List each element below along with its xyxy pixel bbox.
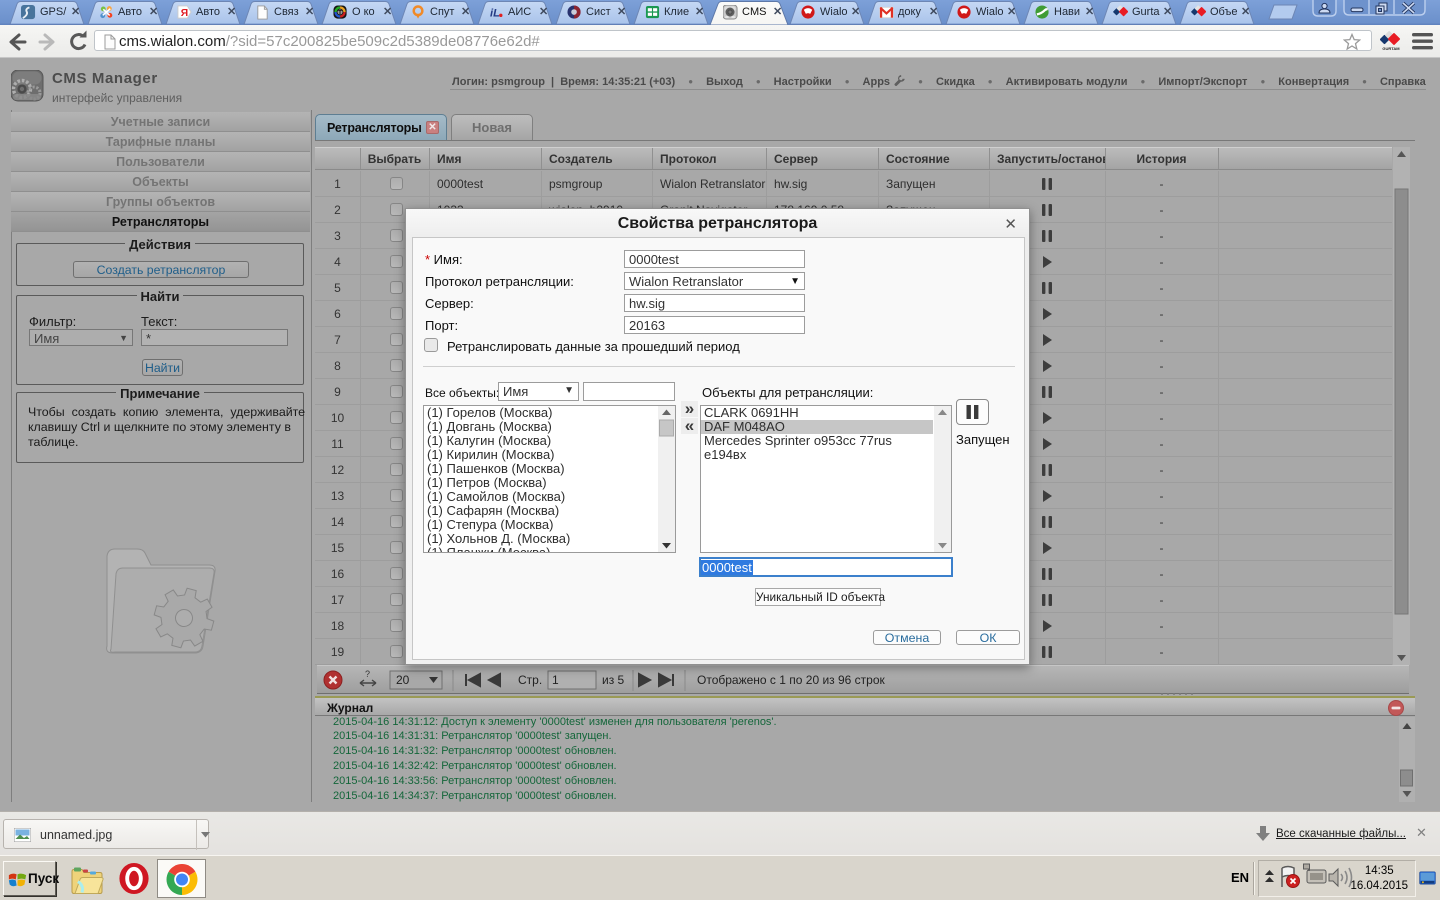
svg-text:T: T [338, 9, 342, 16]
svg-text:GURTAM: GURTAM [1382, 46, 1400, 51]
svg-text:Отображено с 1 по 20 из 96 стр: Отображено с 1 по 20 из 96 строк [697, 673, 886, 687]
svg-text:Я: Я [181, 8, 188, 19]
svg-text:20: 20 [396, 673, 410, 687]
svg-text:iL: iL [490, 7, 500, 19]
svg-text:Стр.: Стр. [518, 673, 542, 687]
svg-text:1: 1 [552, 673, 559, 687]
svg-text:из 5: из 5 [602, 673, 625, 687]
svg-text:?: ? [365, 669, 370, 679]
